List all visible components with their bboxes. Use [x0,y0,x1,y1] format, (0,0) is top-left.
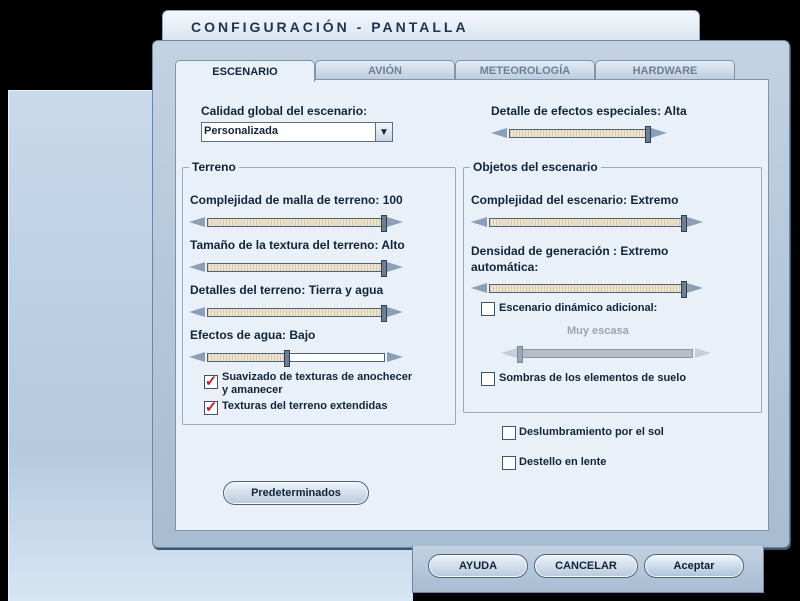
main-panel: ESCENARIO AVIÓN METEOROLOGÍA HARDWARE Ca… [152,40,790,548]
cancel-button[interactable]: CANCELAR [534,554,638,578]
dropdown-arrow-icon[interactable]: ▼ [375,123,392,141]
tab-hardware[interactable]: HARDWARE [595,60,735,81]
slider-right-arrow-icon[interactable] [687,217,703,227]
global-quality-label: Calidad global del escenario: [201,104,368,118]
smooth-textures-label-line1: Suavizado de texturas de anochecer [222,371,413,383]
slider-right-arrow-icon[interactable] [387,217,403,227]
extended-textures-checkbox[interactable]: ✓ [204,399,218,416]
scenery-objects-group-title: Objetos del escenario [470,160,601,174]
defaults-button[interactable]: Predeterminados [223,481,369,505]
autogen-density-label-line1: Densidad de generación : Extremo [471,244,669,258]
slider-left-arrow-icon[interactable] [189,307,205,317]
water-effects-slider[interactable] [189,350,403,367]
extended-textures-label: Texturas del terreno extendidas [222,400,388,412]
slider-right-arrow-icon [695,348,711,358]
smooth-textures-label-line2: y amanecer [222,384,283,396]
autogen-density-label-line2: automática: [471,260,539,274]
slider-thumb[interactable] [284,350,291,367]
slider-left-arrow-icon[interactable] [189,262,205,272]
slider-left-arrow-icon[interactable] [471,217,487,227]
ground-shadows-checkbox[interactable]: ✓ [481,372,495,386]
window-title: CONFIGURACIÓN - PANTALLA [191,19,469,35]
global-quality-value: Personalizada [204,125,278,137]
terrain-details-label: Detalles del terreno: Tierra y agua [190,283,384,297]
slider-left-arrow-icon[interactable] [491,128,507,138]
dynamic-scenery-checkbox[interactable]: ✓ [481,302,495,316]
terrain-group: Terreno Complejidad de malla de terreno:… [182,160,456,425]
sun-glare-checkbox[interactable]: ✓ [502,426,516,440]
tab-content: Calidad global del escenario: Personaliz… [175,79,769,531]
ground-shadows-label: Sombras de los elementos de suelo [499,372,687,384]
tab-avion[interactable]: AVIÓN [315,60,455,81]
accept-button[interactable]: Aceptar [644,554,744,578]
lens-flare-checkbox[interactable]: ✓ [502,456,516,470]
slider-right-arrow-icon[interactable] [651,128,667,138]
help-button[interactable]: AYUDA [428,554,528,578]
slider-right-arrow-icon[interactable] [387,262,403,272]
dynamic-scenery-slider [501,346,711,363]
scenery-complexity-label: Complejidad del escenario: Extremo [471,193,679,207]
texture-size-label: Tamaño de la textura del terreno: Alto [190,238,405,252]
water-effects-label: Efectos de agua: Bajo [190,328,316,342]
tab-escenario[interactable]: ESCENARIO [175,60,315,82]
tab-meteorologia[interactable]: METEOROLOGÍA [455,60,595,81]
bottom-button-bar: AYUDA CANCELAR Aceptar [412,546,764,593]
dynamic-scenery-level-label: Muy escasa [567,325,629,337]
global-quality-dropdown[interactable]: Personalizada ▼ [201,122,393,142]
slider-right-arrow-icon[interactable] [687,283,703,293]
autogen-density-slider[interactable] [471,281,703,298]
mesh-complexity-label: Complejidad de malla de terreno: 100 [190,193,403,207]
checkmark-icon: ✓ [204,373,218,390]
scenery-complexity-slider[interactable] [471,215,703,232]
mesh-complexity-slider[interactable] [189,215,403,232]
texture-size-slider[interactable] [189,260,403,277]
terrain-details-slider[interactable] [189,305,403,322]
slider-thumb [517,346,523,363]
slider-left-arrow-icon[interactable] [189,352,205,362]
slider-left-arrow-icon[interactable] [189,217,205,227]
slider-left-arrow-icon[interactable] [471,283,487,293]
slider-right-arrow-icon[interactable] [387,307,403,317]
special-effects-slider[interactable] [491,126,667,143]
lens-flare-label: Destello en lente [519,456,607,468]
special-effects-label: Detalle de efectos especiales: Alta [491,104,687,118]
slider-left-arrow-icon [501,348,517,358]
sun-glare-label: Deslumbramiento por el sol [519,426,664,438]
slider-right-arrow-icon[interactable] [387,352,403,362]
smooth-textures-checkbox[interactable]: ✓ [204,373,218,390]
scenery-objects-group: Objetos del escenario Complejidad del es… [463,160,762,413]
checkmark-icon: ✓ [204,399,218,416]
dynamic-scenery-label: Escenario dinámico adicional: [499,302,658,314]
terrain-group-title: Terreno [189,160,239,174]
